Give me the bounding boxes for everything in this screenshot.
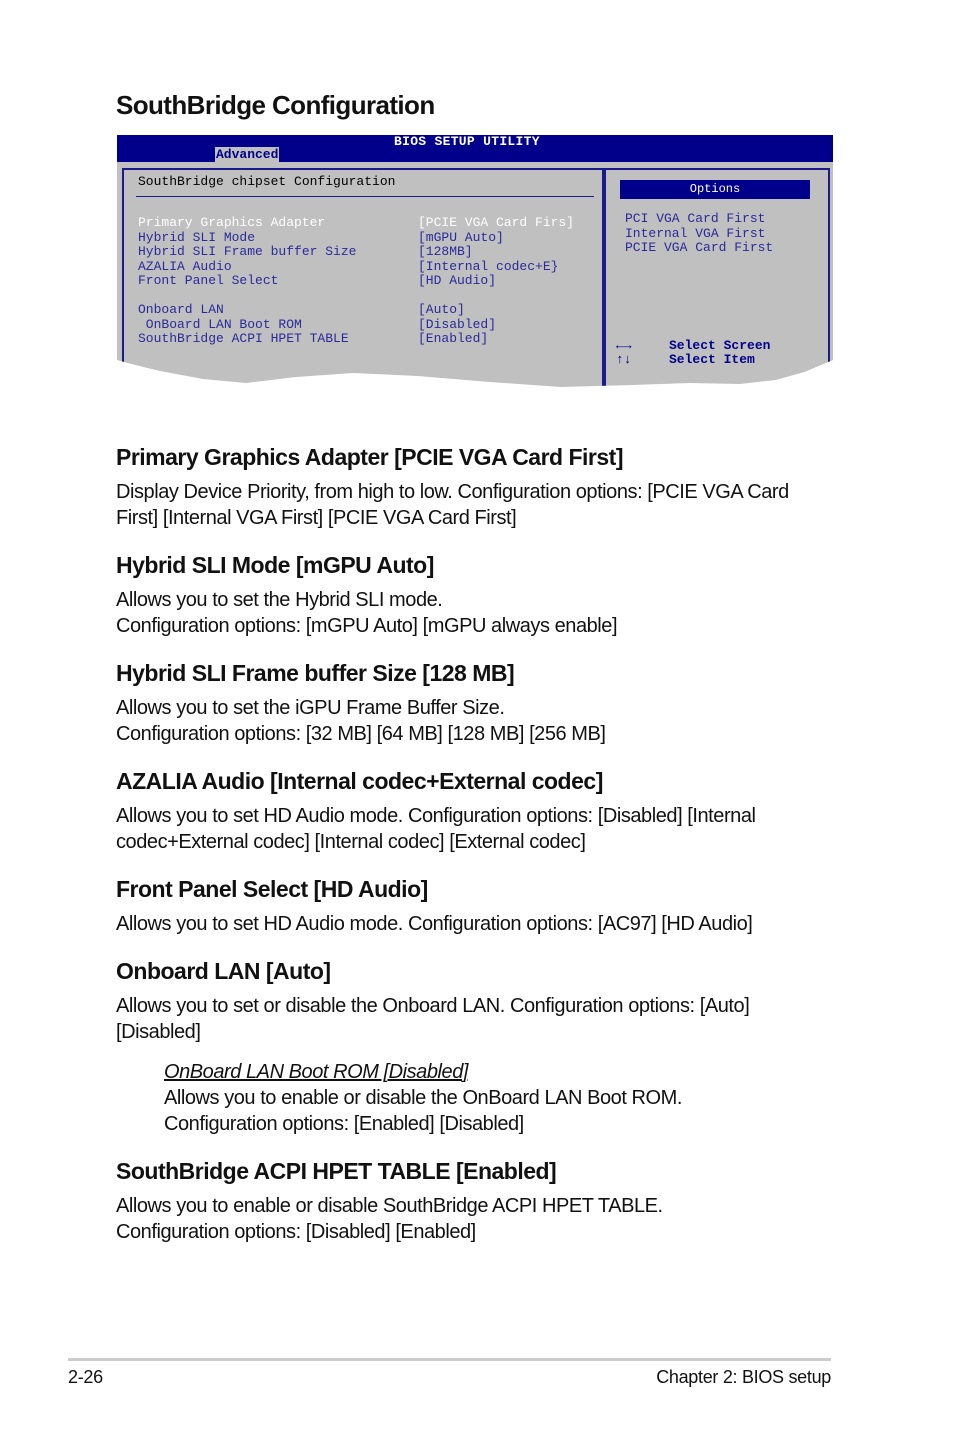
setting-front-panel[interactable]: Front Panel Select — [138, 274, 278, 288]
setting-value[interactable]: [mGPU Auto] — [418, 230, 504, 245]
key-help-label: Select Item — [669, 352, 755, 367]
section-text: First] [Internal VGA First] [PCIE VGA Ca… — [116, 507, 517, 529]
section-heading: AZALIA Audio [Internal codec+External co… — [116, 768, 603, 794]
setting-value[interactable]: [Auto] — [418, 303, 465, 317]
chapter-label: Chapter 2: BIOS setup — [656, 1367, 831, 1387]
section-text: Allows you to set HD Audio mode. Configu… — [116, 913, 753, 935]
setting-value[interactable]: [Internal codec+E} — [418, 259, 558, 274]
divider — [136, 196, 594, 197]
section-heading: SouthBridge ACPI HPET TABLE [Enabled] — [116, 1158, 557, 1184]
bios-title: BIOS SETUP UTILITY — [394, 134, 540, 149]
arrows-left-right-icon: ←→ — [616, 338, 632, 353]
panel-title: SouthBridge chipset Configuration — [138, 174, 396, 189]
setting-hpet-table[interactable]: SouthBridge ACPI HPET TABLE — [138, 332, 349, 346]
page-number: 2-26 — [68, 1367, 103, 1387]
options-header: Options — [620, 180, 810, 199]
section-heading: Front Panel Select [HD Audio] — [116, 876, 428, 902]
section-heading: Onboard LAN [Auto] — [116, 958, 331, 984]
section-text: Allows you to set HD Audio mode. Configu… — [116, 805, 756, 827]
section-text: Display Device Priority, from high to lo… — [116, 481, 789, 503]
setting-value[interactable]: [HD Audio] — [418, 274, 496, 288]
section-text: codec+External codec] [Internal codec] [… — [116, 831, 586, 853]
subsection-text: Allows you to enable or disable the OnBo… — [164, 1087, 682, 1109]
page-title: SouthBridge Configuration — [116, 90, 435, 120]
option-item[interactable]: Internal VGA First — [625, 226, 765, 241]
subsection-text: Configuration options: [Enabled] [Disabl… — [164, 1113, 524, 1135]
key-help-label: Select Screen — [669, 338, 771, 353]
setting-hybrid-sli-mode[interactable]: Hybrid SLI Mode — [138, 230, 255, 245]
section-text: Configuration options: [mGPU Auto] [mGPU… — [116, 615, 618, 637]
setting-value[interactable]: [Disabled] — [418, 317, 496, 332]
setting-value[interactable]: [Enabled] — [418, 332, 488, 346]
setting-primary-graphics[interactable]: Primary Graphics Adapter — [138, 216, 325, 230]
section-text: [Disabled] — [116, 1021, 201, 1043]
setting-lan-boot-rom[interactable]: OnBoard LAN Boot ROM — [138, 317, 302, 332]
bios-title-bar: BIOS SETUP UTILITY Advanced — [117, 135, 833, 162]
section-heading: Hybrid SLI Mode [mGPU Auto] — [116, 552, 434, 578]
option-item[interactable]: PCI VGA Card First — [625, 212, 765, 226]
setting-frame-buffer[interactable]: Hybrid SLI Frame buffer Size — [138, 245, 356, 259]
arrows-up-down-icon: ↑↓ — [616, 352, 632, 367]
setting-value[interactable]: [128MB] — [418, 245, 473, 259]
section-text: Configuration options: [32 MB] [64 MB] [… — [116, 723, 606, 745]
setting-azalia-audio[interactable]: AZALIA Audio — [138, 259, 232, 274]
section-text: Allows you to set the iGPU Frame Buffer … — [116, 697, 505, 719]
section-heading: Primary Graphics Adapter [PCIE VGA Card … — [116, 444, 624, 470]
section-text: Allows you to set or disable the Onboard… — [116, 995, 750, 1017]
option-item[interactable]: PCIE VGA Card First — [625, 241, 773, 255]
section-text: Allows you to set the Hybrid SLI mode. — [116, 589, 443, 611]
footer-divider — [68, 1358, 831, 1361]
setting-onboard-lan[interactable]: Onboard LAN — [138, 303, 224, 317]
tab-advanced[interactable]: Advanced — [215, 147, 280, 162]
section-heading: Hybrid SLI Frame buffer Size [128 MB] — [116, 660, 515, 686]
bios-screenshot: BIOS SETUP UTILITY Advanced SouthBridge … — [117, 135, 833, 387]
options-panel: Options PCI VGA Card First Internal VGA … — [604, 168, 830, 387]
subsection-heading: OnBoard LAN Boot ROM [Disabled] — [164, 1061, 468, 1083]
setting-value[interactable]: [PCIE VGA Card Firs] — [418, 216, 574, 230]
section-text: Allows you to enable or disable SouthBri… — [116, 1195, 663, 1217]
section-text: Configuration options: [Disabled] [Enabl… — [116, 1221, 476, 1243]
settings-panel: SouthBridge chipset Configuration Primar… — [122, 168, 604, 387]
